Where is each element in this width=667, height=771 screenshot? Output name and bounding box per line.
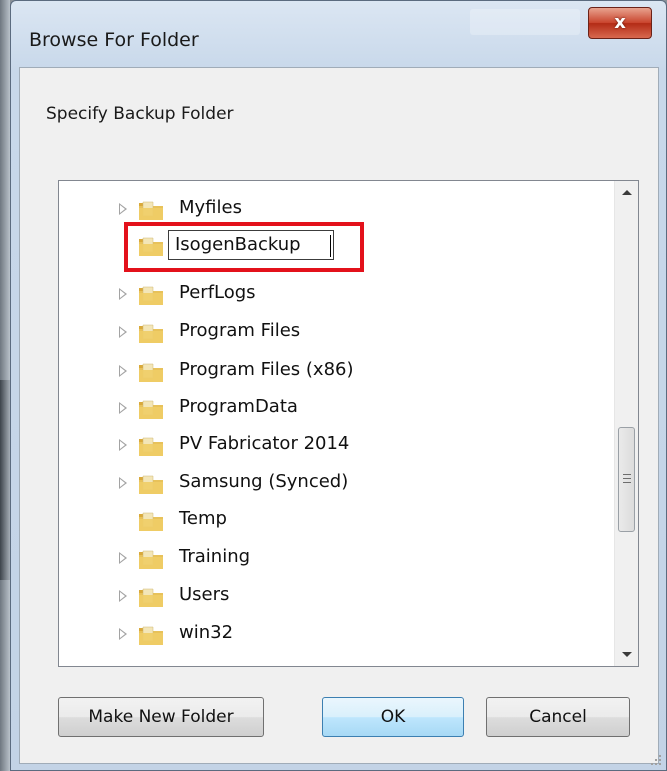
grip-line xyxy=(623,478,631,479)
expand-arrow-icon[interactable] xyxy=(119,326,127,338)
resize-grip-icon[interactable] xyxy=(649,753,663,767)
folder-icon xyxy=(137,321,165,345)
scroll-down-arrow-icon[interactable] xyxy=(615,642,638,666)
tree-item-label: Temp xyxy=(179,508,227,529)
scroll-thumb[interactable] xyxy=(618,427,635,532)
cancel-button[interactable]: Cancel xyxy=(486,697,630,737)
tree-item[interactable]: Users xyxy=(59,579,599,615)
ok-button[interactable]: OK xyxy=(322,697,464,737)
tree-item[interactable]: win32 xyxy=(59,617,599,653)
close-icon: x xyxy=(614,12,626,33)
tree-item[interactable]: Temp xyxy=(59,503,599,539)
grip-line xyxy=(623,482,631,483)
folder-icon xyxy=(137,547,165,571)
expand-arrow-icon[interactable] xyxy=(119,402,127,414)
tree-item-label: win32 xyxy=(179,622,234,643)
tree-item[interactable]: Program Files xyxy=(59,315,599,351)
folder-icon xyxy=(137,472,165,496)
tree-item-label: Samsung (Synced) xyxy=(179,471,349,492)
expand-arrow-icon[interactable] xyxy=(119,288,127,300)
tree-item-label: PerfLogs xyxy=(179,282,256,303)
folder-icon xyxy=(137,623,165,647)
tree-item-label: Program Files (x86) xyxy=(179,359,354,380)
expand-arrow-icon[interactable] xyxy=(119,590,127,602)
tree-item[interactable]: Training xyxy=(59,541,599,577)
expand-arrow-icon[interactable] xyxy=(119,203,127,215)
scroll-up-arrow-icon[interactable] xyxy=(615,181,638,205)
expand-arrow-icon[interactable] xyxy=(119,628,127,640)
expand-arrow-icon[interactable] xyxy=(119,365,127,377)
tree-item[interactable]: PerfLogs xyxy=(59,277,599,313)
tree-item-label: Program Files xyxy=(179,320,301,341)
expand-arrow-icon[interactable] xyxy=(119,477,127,489)
close-button[interactable]: x xyxy=(588,7,652,39)
folder-icon xyxy=(137,360,165,384)
folder-icon xyxy=(137,509,165,533)
folder-icon xyxy=(137,198,165,222)
expand-arrow-icon[interactable] xyxy=(119,552,127,564)
tree-item-label: ProgramData xyxy=(179,396,298,417)
folder-icon xyxy=(137,397,165,421)
folder-icon xyxy=(137,434,165,458)
folder-icon xyxy=(137,283,165,307)
folder-icon xyxy=(137,585,165,609)
tree-item-label: Myfiles xyxy=(179,197,242,218)
tree-item-label: Training xyxy=(179,546,251,567)
desktop-background-detail xyxy=(0,380,10,580)
tree-item-label: PV Fabricator 2014 xyxy=(179,433,350,454)
tree-item[interactable]: PV Fabricator 2014 xyxy=(59,428,599,464)
dialog-title: Browse For Folder xyxy=(29,29,199,51)
tree-item[interactable]: ProgramData xyxy=(59,391,599,427)
expand-arrow-icon[interactable] xyxy=(119,439,127,451)
instructions-text: Specify Backup Folder xyxy=(46,104,234,124)
tree-item-label: Users xyxy=(179,584,230,605)
grip-line xyxy=(623,474,631,475)
rename-highlight-box xyxy=(124,222,364,272)
tree-item[interactable]: Samsung (Synced) xyxy=(59,466,599,502)
tree-item[interactable]: Program Files (x86) xyxy=(59,354,599,390)
make-new-folder-button[interactable]: Make New Folder xyxy=(58,697,264,737)
titlebar-glass xyxy=(470,9,580,35)
tree-scrollbar[interactable] xyxy=(614,181,638,666)
